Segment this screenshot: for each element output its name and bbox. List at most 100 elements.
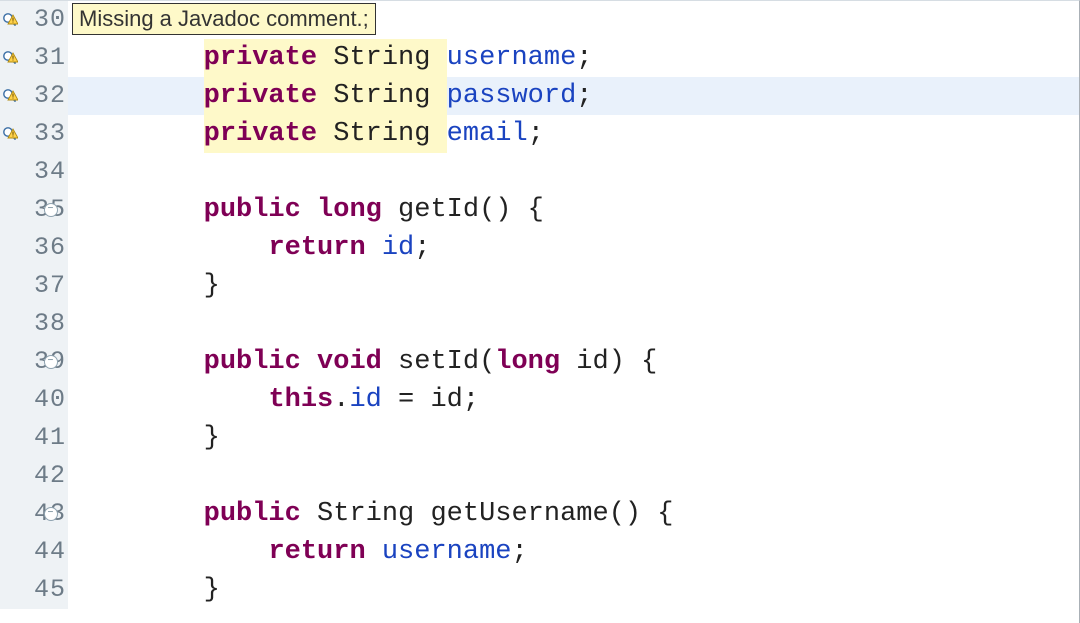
gutter[interactable]: 34: [0, 153, 68, 191]
token: public: [204, 343, 301, 381]
code-content[interactable]: private String email;: [68, 115, 1079, 153]
gutter[interactable]: 42: [0, 457, 68, 495]
token: public: [204, 191, 301, 229]
code-line[interactable]: 36 return id;: [0, 229, 1079, 267]
code-content[interactable]: }: [68, 571, 1079, 609]
line-number: 37: [34, 267, 66, 305]
code-line[interactable]: 33 private String email;: [0, 115, 1079, 153]
code-editor[interactable]: Missing a Javadoc comment.; 30 private l…: [0, 0, 1080, 623]
token: private String: [204, 115, 447, 153]
code-content[interactable]: private String username;: [68, 39, 1079, 77]
token: password: [447, 77, 577, 115]
token: String getUsername() {: [301, 495, 674, 533]
fold-toggle-icon[interactable]: −: [44, 355, 58, 369]
code-line[interactable]: 34: [0, 153, 1079, 191]
gutter[interactable]: 32: [0, 77, 68, 115]
line-number: 34: [34, 153, 66, 191]
code-line[interactable]: 32 private String password;: [0, 77, 1079, 115]
gutter[interactable]: 36: [0, 229, 68, 267]
token: private: [204, 81, 317, 111]
token: void: [317, 343, 382, 381]
token: }: [204, 419, 220, 457]
token: String: [317, 43, 447, 73]
line-number: 41: [34, 419, 66, 457]
line-number: 33: [34, 115, 66, 153]
code-content[interactable]: this.id = id;: [68, 381, 1079, 419]
indent: [74, 343, 204, 381]
fold-toggle-icon[interactable]: −: [44, 203, 58, 217]
token: this: [268, 381, 333, 419]
indent: [74, 495, 204, 533]
token: String: [317, 81, 447, 111]
token: [301, 343, 317, 381]
token: }: [204, 267, 220, 305]
gutter[interactable]: 33: [0, 115, 68, 153]
gutter[interactable]: 41: [0, 419, 68, 457]
gutter[interactable]: 31: [0, 39, 68, 77]
code-content[interactable]: private String password;: [68, 77, 1079, 115]
token: private String: [204, 39, 447, 77]
token: [366, 229, 382, 267]
line-number: 42: [34, 457, 66, 495]
code-lines: 30 private long id; 31 private String us…: [0, 1, 1079, 609]
token: id) {: [560, 343, 657, 381]
line-number: 44: [34, 533, 66, 571]
indent: [74, 77, 204, 115]
code-line[interactable]: 37 }: [0, 267, 1079, 305]
code-content[interactable]: return username;: [68, 533, 1079, 571]
token: [301, 191, 317, 229]
token: private: [204, 119, 317, 149]
token: String: [317, 119, 447, 149]
code-line[interactable]: −35 public long getId() {: [0, 191, 1079, 229]
gutter[interactable]: −35: [0, 191, 68, 229]
line-number: 38: [34, 305, 66, 343]
code-line[interactable]: 45 }: [0, 571, 1079, 609]
gutter[interactable]: 38: [0, 305, 68, 343]
code-line[interactable]: 42: [0, 457, 1079, 495]
code-content[interactable]: return id;: [68, 229, 1079, 267]
warning-marker-icon[interactable]: [2, 126, 18, 142]
code-content[interactable]: [68, 305, 1079, 343]
code-content[interactable]: [68, 457, 1079, 495]
token: private String: [204, 77, 447, 115]
indent: [74, 229, 268, 267]
code-line[interactable]: 40 this.id = id;: [0, 381, 1079, 419]
line-number: 40: [34, 381, 66, 419]
indent: [74, 571, 204, 609]
code-content[interactable]: }: [68, 267, 1079, 305]
code-line[interactable]: −39 public void setId(long id) {: [0, 343, 1079, 381]
tooltip-text: Missing a Javadoc comment.: [79, 6, 363, 31]
code-content[interactable]: public void setId(long id) {: [68, 343, 1079, 381]
warning-marker-icon[interactable]: [2, 50, 18, 66]
warning-tooltip: Missing a Javadoc comment.;: [72, 3, 376, 35]
code-line[interactable]: 44 return username;: [0, 533, 1079, 571]
code-content[interactable]: [68, 153, 1079, 191]
code-line[interactable]: 41 }: [0, 419, 1079, 457]
gutter[interactable]: 30: [0, 1, 68, 39]
token: ;: [414, 229, 430, 267]
token: return: [268, 229, 365, 267]
token: setId(: [382, 343, 495, 381]
warning-marker-icon[interactable]: [2, 88, 18, 104]
token: = id;: [382, 381, 479, 419]
token: ;: [576, 77, 592, 115]
code-content[interactable]: }: [68, 419, 1079, 457]
indent: [74, 533, 268, 571]
code-content[interactable]: public String getUsername() {: [68, 495, 1079, 533]
gutter[interactable]: 40: [0, 381, 68, 419]
token: username: [447, 39, 577, 77]
gutter[interactable]: 37: [0, 267, 68, 305]
code-line[interactable]: 38: [0, 305, 1079, 343]
gutter[interactable]: −39: [0, 343, 68, 381]
code-line[interactable]: −43 public String getUsername() {: [0, 495, 1079, 533]
code-content[interactable]: public long getId() {: [68, 191, 1079, 229]
gutter[interactable]: 45: [0, 571, 68, 609]
gutter[interactable]: −43: [0, 495, 68, 533]
gutter[interactable]: 44: [0, 533, 68, 571]
line-number: 31: [34, 39, 66, 77]
fold-toggle-icon[interactable]: −: [44, 507, 58, 521]
code-line[interactable]: 31 private String username;: [0, 39, 1079, 77]
token: public: [204, 495, 301, 533]
token: id: [349, 381, 381, 419]
warning-marker-icon[interactable]: [2, 12, 18, 28]
